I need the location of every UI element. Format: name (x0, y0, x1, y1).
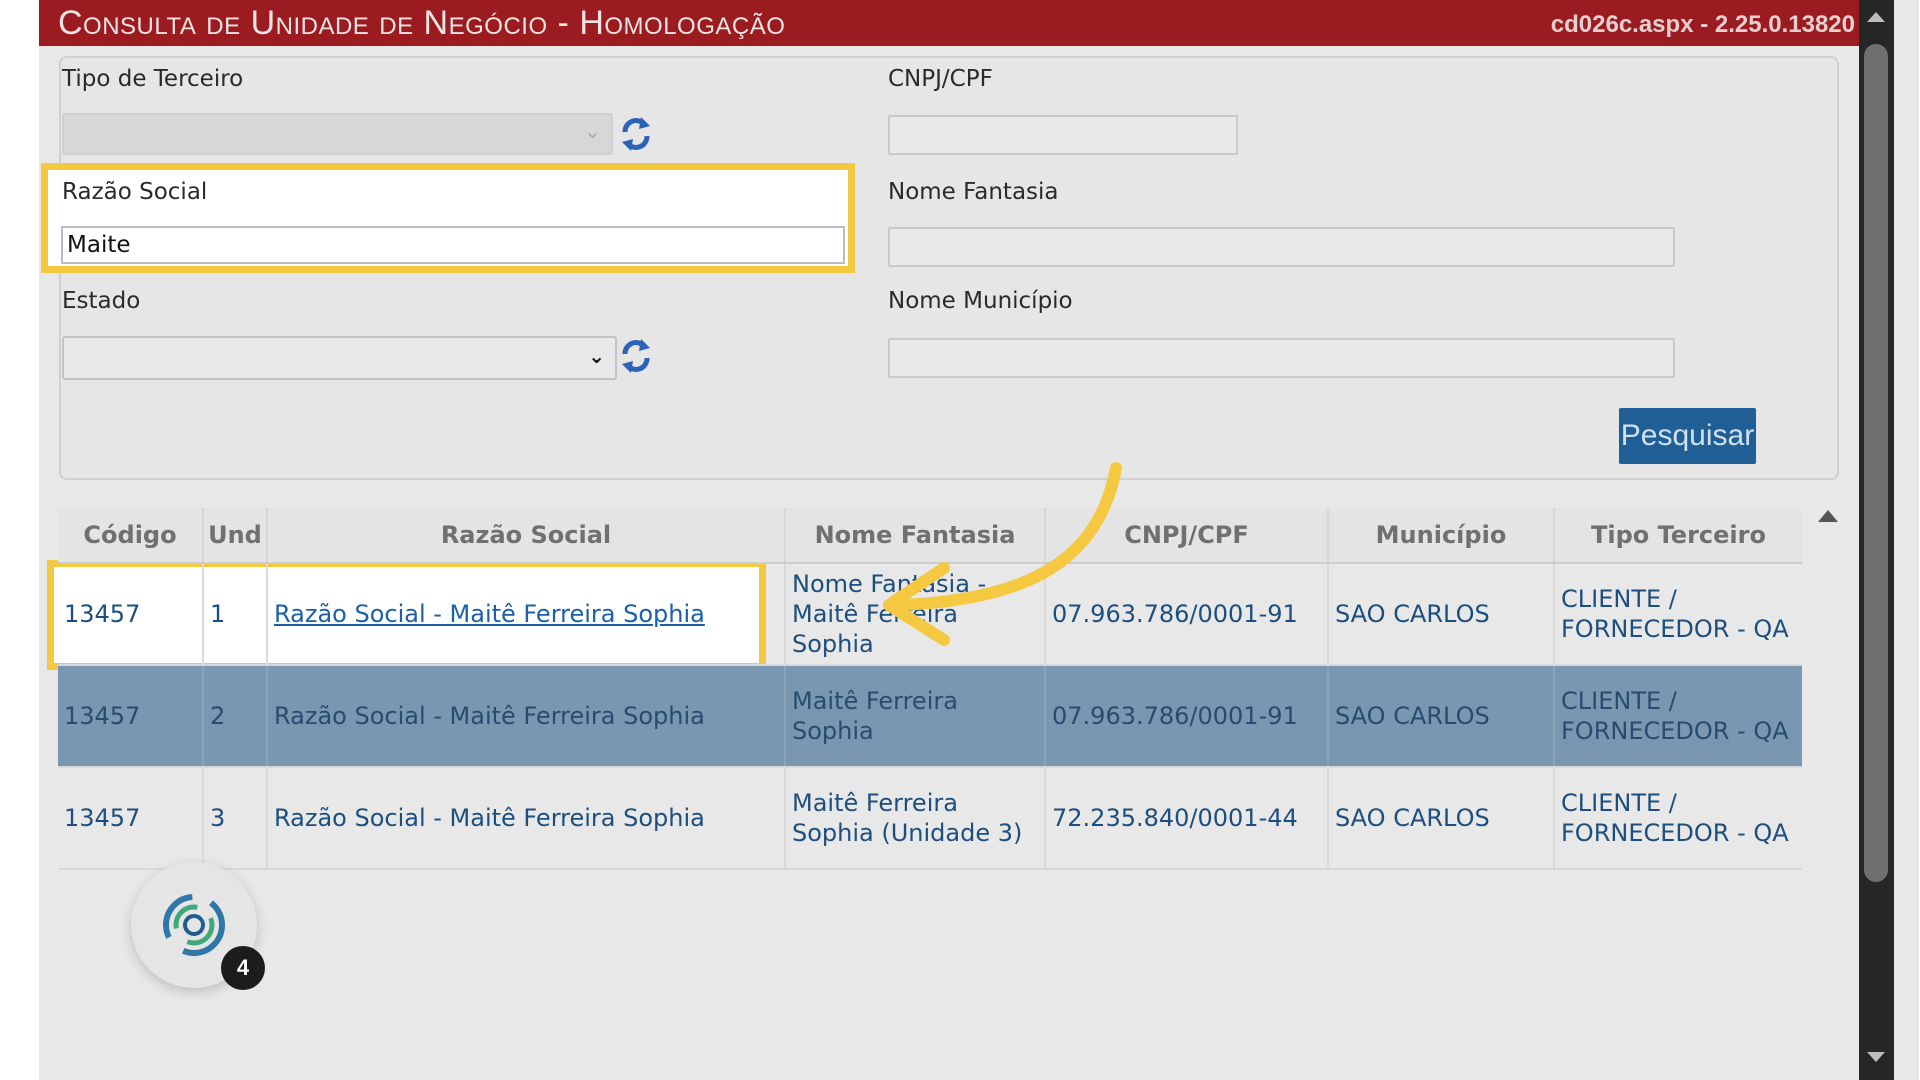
notification-badge: 4 (221, 946, 265, 990)
modal-window: Consulta de Unidade de Negócio - Homolog… (39, 0, 1919, 1080)
arrow-annotation-icon (883, 462, 1122, 646)
